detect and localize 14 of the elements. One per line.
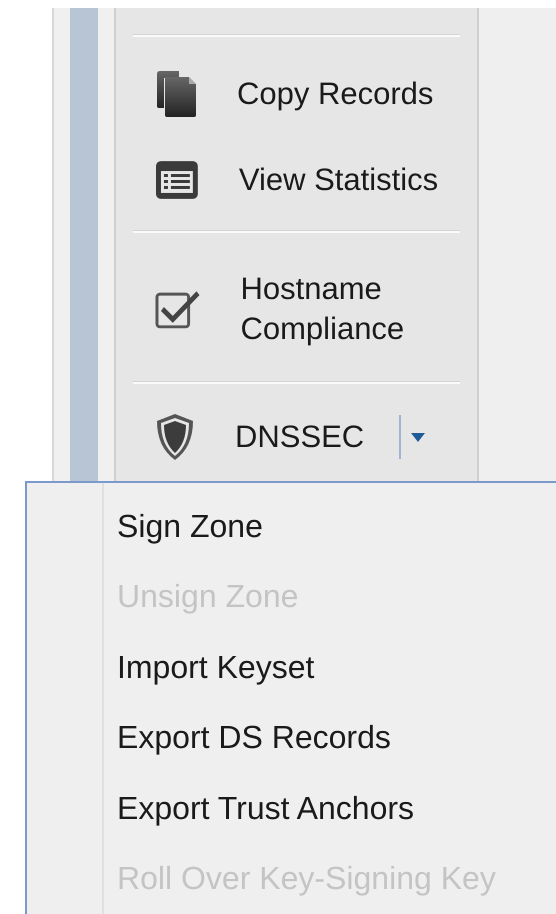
menu-item[interactable]: Export Trust Anchors <box>104 773 556 844</box>
menu-item[interactable]: Import Keyset <box>104 632 556 702</box>
checkbox-icon <box>155 289 200 329</box>
dnssec-button[interactable]: DNSSEC <box>235 417 399 457</box>
copy-icon <box>155 70 197 118</box>
menu-item[interactable]: Export DS Records <box>104 702 556 773</box>
menu-item[interactable]: Sign Zone <box>104 491 556 562</box>
ribbon-button[interactable]: Copy Records <box>237 74 459 114</box>
ribbon-button[interactable]: View Statistics <box>238 160 460 200</box>
shield-icon <box>155 413 195 461</box>
list-icon <box>155 160 199 200</box>
caret-icon <box>411 432 425 442</box>
dropdown-toggle[interactable] <box>399 415 425 459</box>
ribbon-button[interactable]: Hostname Compliance <box>240 269 460 349</box>
